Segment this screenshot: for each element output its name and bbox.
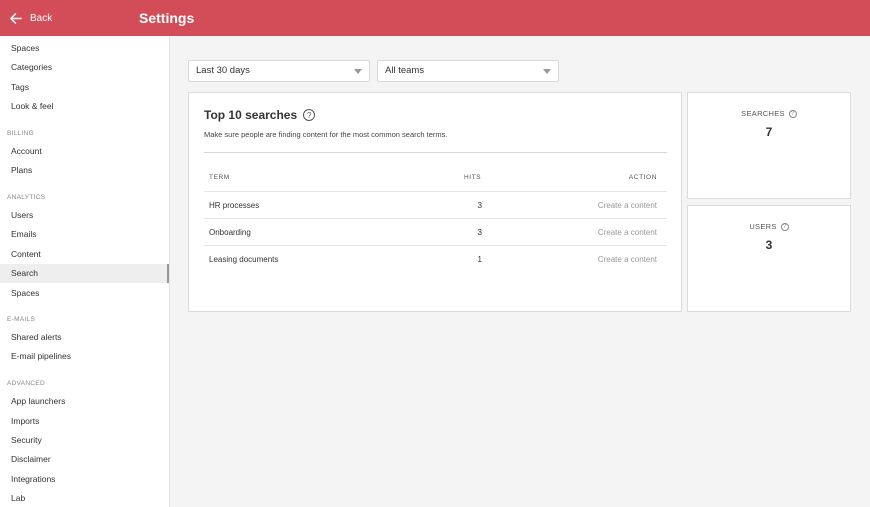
top-searches-card: Top 10 searches ? Make sure people are f… xyxy=(188,92,682,312)
row-term: HR processes xyxy=(209,201,260,210)
users-stat-card: USERS ? 3 xyxy=(687,205,851,312)
arrow-left-icon xyxy=(10,12,22,24)
users-stat-label: USERS xyxy=(749,222,777,231)
help-icon[interactable]: ? xyxy=(303,109,316,121)
section-label-emails: E-MAILS xyxy=(7,316,36,323)
page-title: Settings xyxy=(139,10,195,26)
help-icon[interactable]: ? xyxy=(788,109,797,118)
sidebar-item-email-pipelines[interactable]: E-mail pipelines xyxy=(0,347,169,366)
create-content-link[interactable]: Create a content xyxy=(598,192,657,219)
searches-stat-label-row: SEARCHES ? xyxy=(688,109,850,118)
users-stat-value: 3 xyxy=(765,238,773,252)
sidebar-item-imports[interactable]: Imports xyxy=(0,412,169,431)
section-label-billing: BILLING xyxy=(7,130,35,137)
top-searches-title: Top 10 searches xyxy=(204,108,298,122)
chevron-down-icon xyxy=(354,69,362,74)
table-row: Leasing documents 1 Create a content xyxy=(204,246,667,273)
row-hits: 3 xyxy=(477,201,482,210)
column-header-term: TERM xyxy=(209,174,230,181)
period-select[interactable]: Last 30 days xyxy=(188,60,370,82)
create-content-link[interactable]: Create a content xyxy=(598,219,657,246)
team-select-value: All teams xyxy=(385,65,425,76)
divider xyxy=(204,152,667,153)
sidebar-item-spaces[interactable]: Spaces xyxy=(0,39,169,58)
sidebar-item-search[interactable]: Search xyxy=(0,264,169,283)
sidebar-item-lab[interactable]: Lab xyxy=(0,489,169,507)
top-searches-title-row: Top 10 searches ? xyxy=(204,108,316,122)
sidebar-item-look-and-feel[interactable]: Look & feel xyxy=(0,97,169,116)
searches-stat-label: SEARCHES xyxy=(741,109,785,118)
row-term: Onboarding xyxy=(209,228,251,237)
sidebar-item-integrations[interactable]: Integrations xyxy=(0,470,169,489)
sidebar-item-security[interactable]: Security xyxy=(0,431,169,450)
top-bar: Back Settings xyxy=(0,0,870,36)
row-hits: 1 xyxy=(477,255,482,264)
sidebar-item-plans[interactable]: Plans xyxy=(0,161,169,180)
searches-stat-card: SEARCHES ? 7 xyxy=(687,92,851,199)
row-hits: 3 xyxy=(477,228,482,237)
back-button[interactable]: Back xyxy=(9,0,52,36)
section-label-analytics: ANALYTICS xyxy=(7,194,46,201)
row-term: Leasing documents xyxy=(209,255,279,264)
sidebar-item-disclaimer[interactable]: Disclaimer xyxy=(0,450,169,469)
sidebar-item-categories[interactable]: Categories xyxy=(0,58,169,77)
searches-stat-value: 7 xyxy=(765,125,773,139)
sidebar: Spaces Categories Tags Look & feel BILLI… xyxy=(0,36,170,507)
top-searches-subtitle: Make sure people are finding content for… xyxy=(204,130,448,139)
sidebar-item-spaces-analytics[interactable]: Spaces xyxy=(0,284,169,303)
column-header-hits: HITS xyxy=(464,174,482,181)
sidebar-item-users[interactable]: Users xyxy=(0,206,169,225)
help-icon[interactable]: ? xyxy=(780,222,789,231)
sidebar-item-content[interactable]: Content xyxy=(0,245,169,264)
period-select-value: Last 30 days xyxy=(196,65,250,76)
sidebar-item-emails[interactable]: Emails xyxy=(0,225,169,244)
column-header-action: ACTION xyxy=(628,174,657,181)
chevron-down-icon xyxy=(543,69,551,74)
table-row: HR processes 3 Create a content xyxy=(204,192,667,219)
team-select[interactable]: All teams xyxy=(377,60,559,82)
table-row: Onboarding 3 Create a content xyxy=(204,219,667,246)
sidebar-item-shared-alerts[interactable]: Shared alerts xyxy=(0,328,169,347)
section-label-advanced: ADVANCED xyxy=(7,380,46,387)
sidebar-item-tags[interactable]: Tags xyxy=(0,78,169,97)
users-stat-label-row: USERS ? xyxy=(688,222,850,231)
create-content-link[interactable]: Create a content xyxy=(598,246,657,273)
back-label: Back xyxy=(30,12,53,24)
sidebar-item-app-launchers[interactable]: App launchers xyxy=(0,392,169,411)
sidebar-item-account[interactable]: Account xyxy=(0,142,169,161)
